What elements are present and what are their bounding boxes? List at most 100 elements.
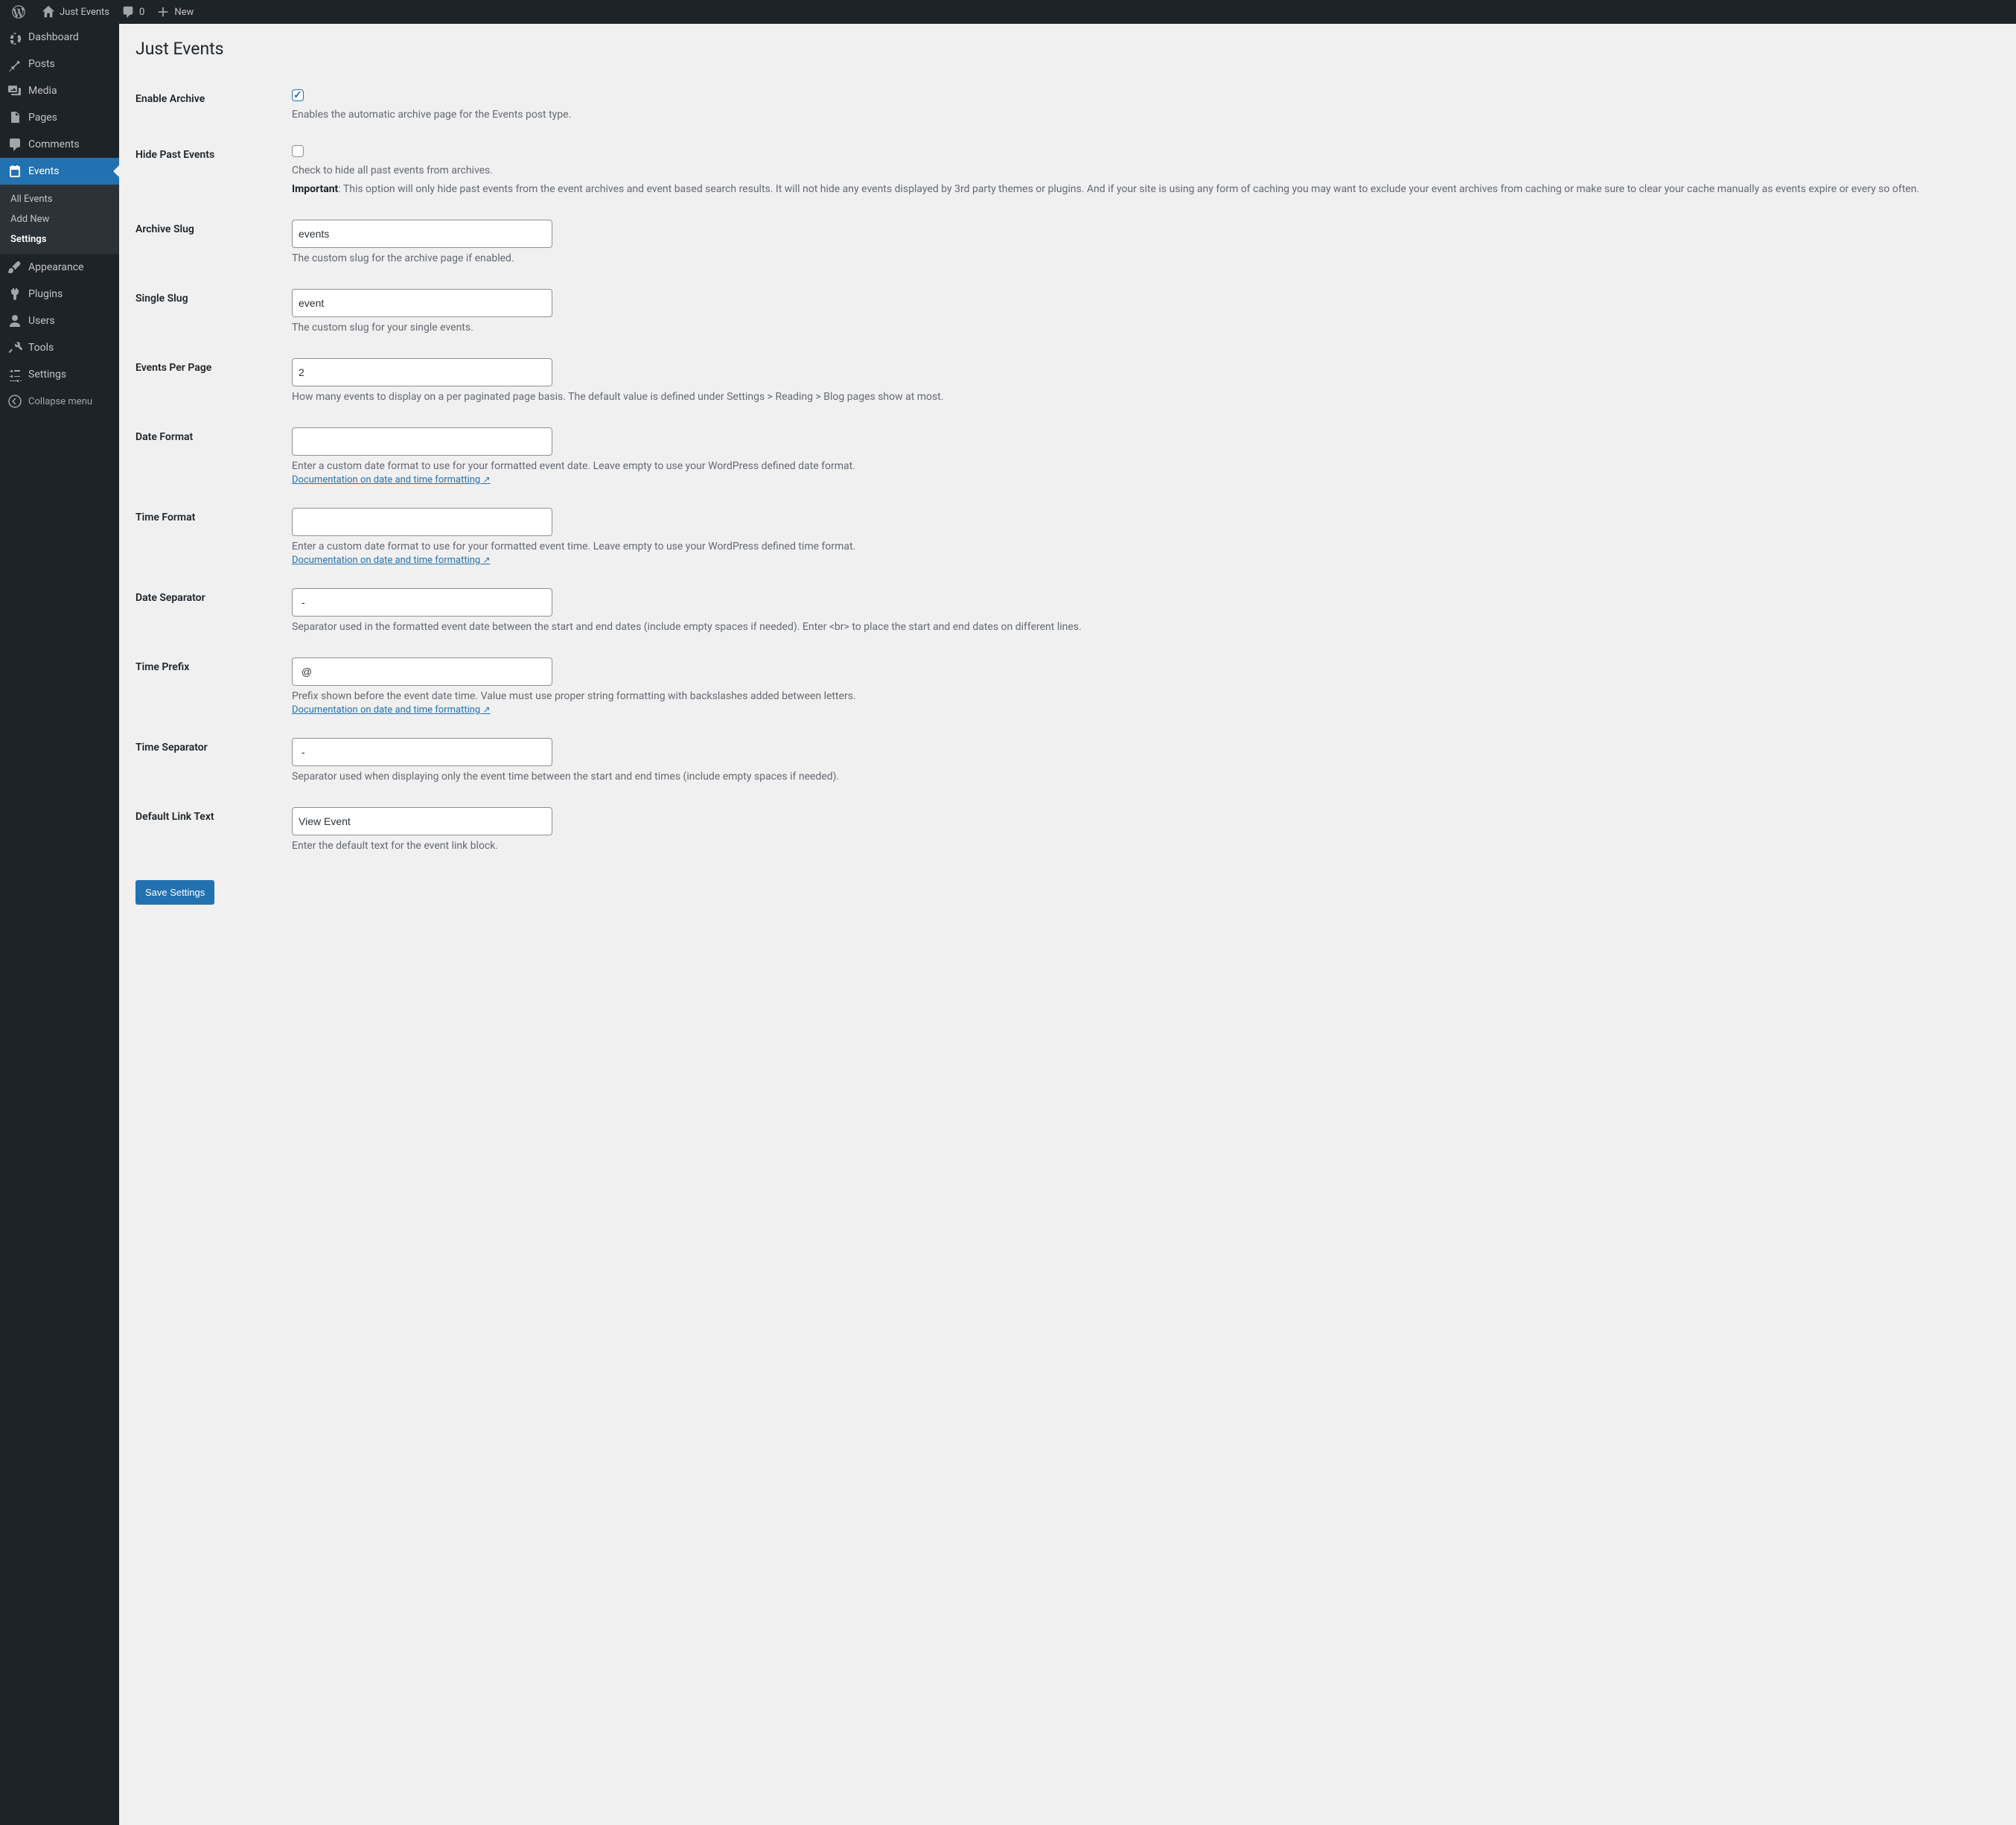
sidebar-item-label: Pages	[28, 112, 57, 124]
dashboard-icon	[7, 30, 22, 45]
important-label: Important	[292, 183, 338, 195]
sidebar-item-label: Dashboard	[28, 31, 79, 43]
field-label-per-page: Events Per Page	[135, 347, 284, 416]
calendar-icon	[7, 164, 22, 179]
wordpress-icon	[12, 5, 25, 19]
wp-logo[interactable]	[6, 0, 36, 24]
single-slug-description: The custom slug for your single events.	[292, 320, 1979, 336]
page-title: Just Events	[135, 31, 1986, 63]
save-settings-button[interactable]: Save Settings	[135, 880, 214, 905]
collapse-menu[interactable]: Collapse menu	[0, 388, 119, 415]
submenu-item-all-events[interactable]: All Events	[0, 189, 119, 209]
sidebar-item-label: Settings	[28, 369, 66, 380]
pin-icon	[7, 57, 22, 71]
default-link-text-description: Enter the default text for the event lin…	[292, 838, 1979, 854]
comments-icon	[7, 137, 22, 152]
doc-link-text: Documentation on date and time formattin…	[292, 474, 480, 485]
archive-slug-description: The custom slug for the archive page if …	[292, 251, 1979, 267]
field-label-time-format: Time Format	[135, 497, 284, 577]
sidebar-item-dashboard[interactable]: Dashboard	[0, 24, 119, 51]
sidebar-item-pages[interactable]: Pages	[0, 104, 119, 131]
per-page-description: How many events to display on a per pagi…	[292, 389, 1979, 405]
date-format-description: Enter a custom date format to use for yo…	[292, 459, 1979, 474]
per-page-input[interactable]	[292, 358, 552, 386]
comments-link[interactable]: 0	[115, 0, 150, 24]
field-label-date-separator: Date Separator	[135, 577, 284, 646]
sidebar-item-label: Events	[28, 165, 59, 177]
single-slug-input[interactable]	[292, 289, 552, 317]
sidebar-item-settings[interactable]: Settings	[0, 361, 119, 388]
time-format-doc-link[interactable]: Documentation on date and time formattin…	[292, 555, 491, 566]
sidebar-item-label: Appearance	[28, 261, 83, 273]
sidebar-item-users[interactable]: Users	[0, 308, 119, 334]
doc-link-text: Documentation on date and time formattin…	[292, 555, 480, 566]
admin-sidebar: Dashboard Posts Media Pages Comments Eve…	[0, 24, 119, 1825]
field-label-time-prefix: Time Prefix	[135, 646, 284, 727]
user-icon	[7, 313, 22, 328]
sidebar-item-label: Users	[28, 315, 55, 327]
time-prefix-description: Prefix shown before the event date time.…	[292, 689, 1979, 704]
time-prefix-input[interactable]	[292, 657, 552, 686]
hide-past-checkbox[interactable]	[292, 145, 304, 157]
field-label-time-separator: Time Separator	[135, 727, 284, 796]
settings-form: Enable Archive Enables the automatic arc…	[135, 78, 1986, 865]
date-format-doc-link[interactable]: Documentation on date and time formattin…	[292, 474, 491, 485]
hide-past-important: Important: This option will only hide pa…	[292, 182, 1979, 197]
admin-bar: Just Events 0 New	[0, 0, 2016, 24]
hide-past-description: Check to hide all past events from archi…	[292, 163, 1979, 179]
enable-archive-checkbox[interactable]	[292, 89, 304, 101]
main-content: Just Events Enable Archive Enables the a…	[119, 0, 2016, 920]
sidebar-item-label: Posts	[28, 58, 55, 70]
enable-archive-description: Enables the automatic archive page for t…	[292, 107, 1979, 123]
sidebar-item-tools[interactable]: Tools	[0, 334, 119, 361]
field-label-date-format: Date Format	[135, 416, 284, 497]
sidebar-item-comments[interactable]: Comments	[0, 131, 119, 158]
time-prefix-doc-link[interactable]: Documentation on date and time formattin…	[292, 704, 491, 716]
date-separator-input[interactable]	[292, 588, 552, 617]
submenu-item-settings[interactable]: Settings	[0, 229, 119, 249]
time-separator-description: Separator used when displaying only the …	[292, 769, 1979, 785]
media-icon	[7, 83, 22, 98]
sidebar-item-posts[interactable]: Posts	[0, 51, 119, 77]
collapse-label: Collapse menu	[28, 396, 92, 407]
events-submenu: All Events Add New Settings	[0, 185, 119, 254]
sidebar-item-appearance[interactable]: Appearance	[0, 254, 119, 281]
sidebar-item-events[interactable]: Events	[0, 158, 119, 185]
time-separator-input[interactable]	[292, 738, 552, 766]
brush-icon	[7, 260, 22, 275]
doc-link-text: Documentation on date and time formattin…	[292, 704, 480, 716]
default-link-text-input[interactable]	[292, 807, 552, 835]
field-label-hide-past: Hide Past Events	[135, 134, 284, 208]
site-name-text: Just Events	[60, 7, 109, 18]
external-link-icon: ↗	[482, 474, 490, 485]
page-icon	[7, 110, 22, 125]
sliders-icon	[7, 367, 22, 382]
important-text: : This option will only hide past events…	[338, 183, 1919, 195]
field-label-single-slug: Single Slug	[135, 278, 284, 347]
field-label-archive-slug: Archive Slug	[135, 208, 284, 278]
sidebar-item-label: Plugins	[28, 288, 63, 300]
site-name-link[interactable]: Just Events	[36, 0, 115, 24]
time-format-input[interactable]	[292, 508, 552, 536]
plus-icon	[156, 5, 170, 19]
collapse-icon	[7, 394, 22, 409]
time-format-description: Enter a custom date format to use for yo…	[292, 539, 1979, 555]
sidebar-item-label: Comments	[28, 138, 80, 150]
sidebar-item-label: Media	[28, 85, 57, 97]
new-label: New	[174, 7, 194, 18]
archive-slug-input[interactable]	[292, 220, 552, 248]
sidebar-item-media[interactable]: Media	[0, 77, 119, 104]
date-separator-description: Separator used in the formatted event da…	[292, 620, 1979, 635]
field-label-enable-archive: Enable Archive	[135, 78, 284, 134]
comment-icon	[121, 5, 135, 19]
field-label-default-link-text: Default Link Text	[135, 796, 284, 865]
submenu-item-add-new[interactable]: Add New	[0, 209, 119, 229]
sidebar-item-plugins[interactable]: Plugins	[0, 281, 119, 308]
date-format-input[interactable]	[292, 427, 552, 456]
sidebar-item-label: Tools	[28, 342, 54, 354]
new-content-link[interactable]: New	[150, 0, 200, 24]
home-icon	[42, 5, 55, 19]
comments-count: 0	[139, 7, 144, 18]
plugin-icon	[7, 287, 22, 302]
external-link-icon: ↗	[482, 555, 490, 565]
